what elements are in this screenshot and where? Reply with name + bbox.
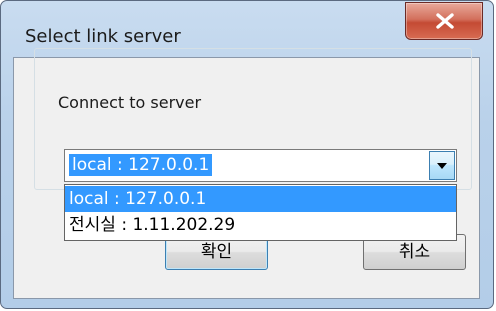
dropdown-option-exhibition-room[interactable]: 전시실 : 1.11.202.29: [65, 212, 456, 238]
combobox-dropdown-button[interactable]: [429, 151, 455, 180]
server-dropdown-list: local : 127.0.0.1 전시실 : 1.11.202.29: [64, 184, 457, 241]
close-button[interactable]: [405, 2, 483, 40]
groupbox-label: Connect to server: [55, 93, 205, 113]
close-icon: [436, 13, 454, 29]
dropdown-option-local[interactable]: local : 127.0.0.1: [65, 186, 456, 212]
server-combobox[interactable]: local : 127.0.0.1: [64, 149, 457, 182]
chevron-down-icon: [437, 163, 447, 169]
combobox-selected-value: local : 127.0.0.1: [69, 154, 213, 176]
window-title: Select link server: [25, 26, 181, 47]
